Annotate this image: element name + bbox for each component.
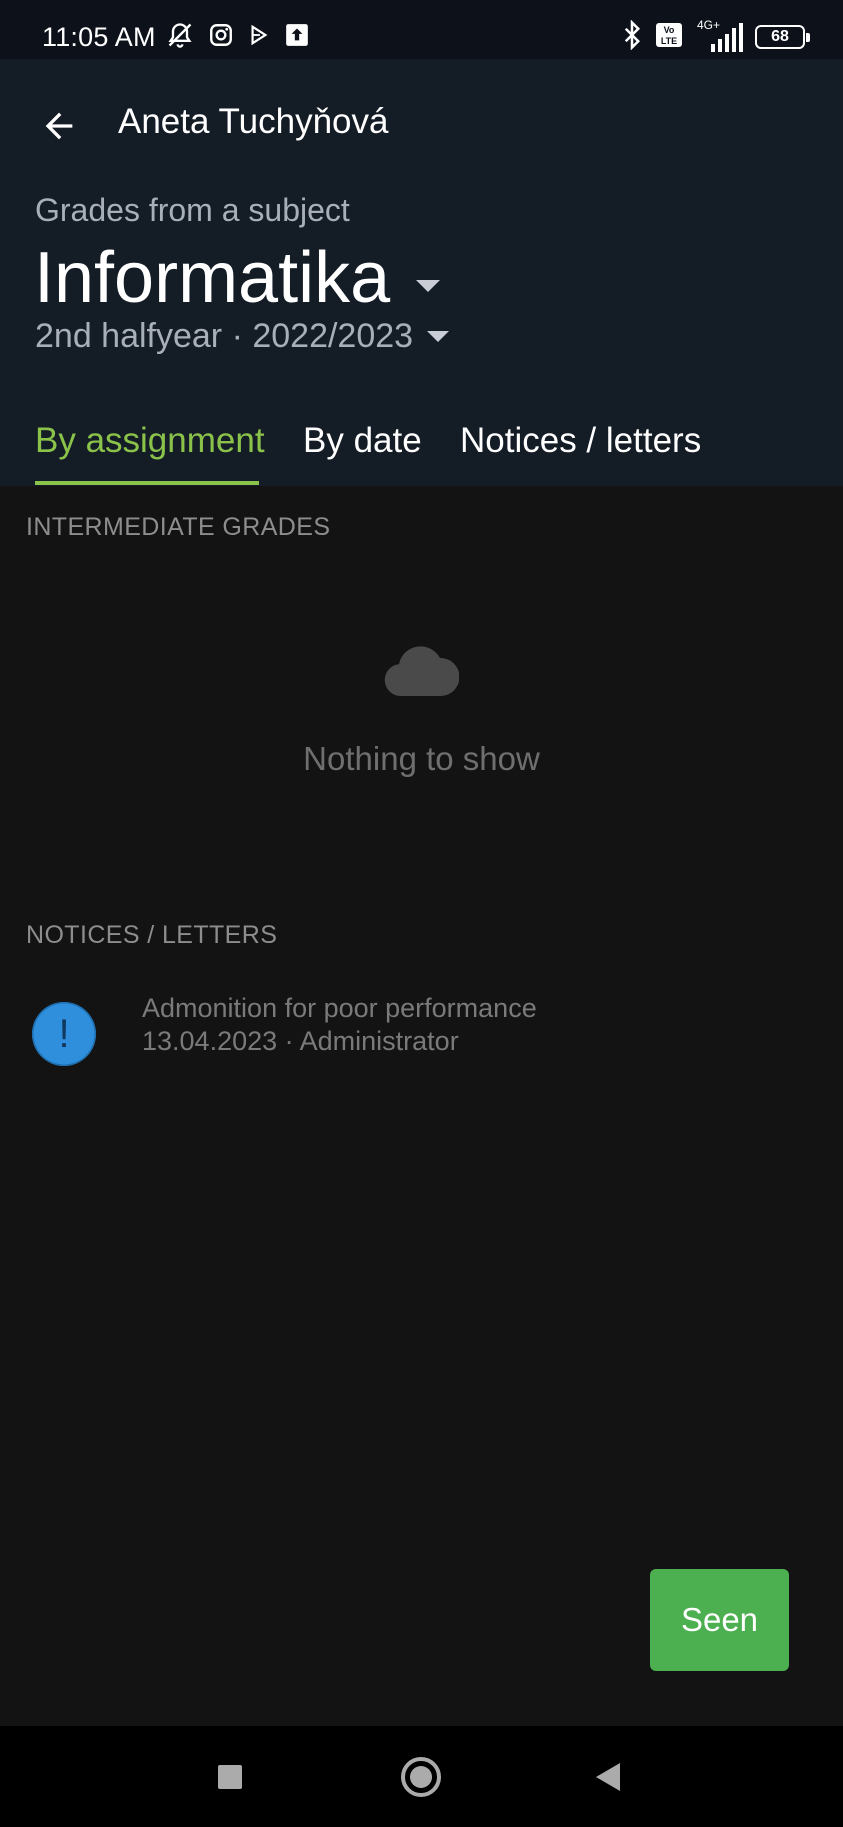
tab-notices-letters[interactable]: Notices / letters xyxy=(460,421,701,486)
active-tab-indicator xyxy=(35,481,259,485)
tab-by-assignment[interactable]: By assignment xyxy=(35,421,265,486)
notice-meta: 13.04.2023 · Administrator xyxy=(142,1026,459,1056)
instagram-icon xyxy=(208,22,234,53)
period-label: 2nd halfyear · 2022/2023 xyxy=(35,317,414,355)
triangle-back-icon xyxy=(596,1762,620,1791)
caret-down-icon xyxy=(427,331,450,342)
subject-selector[interactable]: Informatika xyxy=(34,237,441,319)
upload-icon xyxy=(284,22,310,53)
back-button[interactable] xyxy=(32,99,86,153)
circle-icon xyxy=(401,1756,441,1797)
svg-text:Vo: Vo xyxy=(664,25,675,35)
square-icon xyxy=(218,1764,242,1789)
seen-button[interactable]: Seen xyxy=(650,1569,789,1671)
play-store-icon xyxy=(248,24,270,51)
back-nav-button[interactable] xyxy=(568,1726,648,1827)
battery-icon: 68 xyxy=(755,25,810,49)
bluetooth-icon xyxy=(621,18,643,55)
svg-text:LTE: LTE xyxy=(661,36,677,46)
bell-off-icon xyxy=(166,21,194,54)
section-label-intermediate-grades: INTERMEDIATE GRADES xyxy=(26,513,331,541)
section-label-notices-letters: NOTICES / LETTERS xyxy=(26,921,278,949)
tab-bar: By assignment By date Notices / letters xyxy=(0,411,843,486)
page-subtitle: Grades from a subject xyxy=(35,192,350,228)
status-bar: 11:05 AM Vo LTE 4G+ 68 xyxy=(0,0,843,59)
subject-name: Informatika xyxy=(34,238,391,318)
tab-by-date[interactable]: By date xyxy=(303,421,422,486)
status-icons-left xyxy=(166,21,310,54)
home-button[interactable] xyxy=(381,1726,461,1827)
system-nav-bar xyxy=(0,1726,843,1827)
volte-icon: Vo LTE xyxy=(655,22,683,53)
empty-state-text: Nothing to show xyxy=(303,740,540,777)
caret-down-icon xyxy=(416,280,441,292)
cloud-icon xyxy=(383,640,460,701)
recents-button[interactable] xyxy=(190,1726,270,1827)
signal-icon: 4G+ xyxy=(695,18,743,54)
status-time: 11:05 AM xyxy=(42,21,156,52)
app-header: Aneta Tuchyňová Grades from a subject In… xyxy=(0,59,843,486)
notice-list-item[interactable]: ! Admonition for poor performance 13.04.… xyxy=(0,980,843,1090)
arrow-back-icon xyxy=(45,112,73,140)
period-selector[interactable]: 2nd halfyear · 2022/2023 xyxy=(35,317,450,356)
student-name: Aneta Tuchyňová xyxy=(118,102,389,141)
exclamation-icon: ! xyxy=(32,1002,96,1066)
notice-title: Admonition for poor performance xyxy=(142,993,537,1023)
